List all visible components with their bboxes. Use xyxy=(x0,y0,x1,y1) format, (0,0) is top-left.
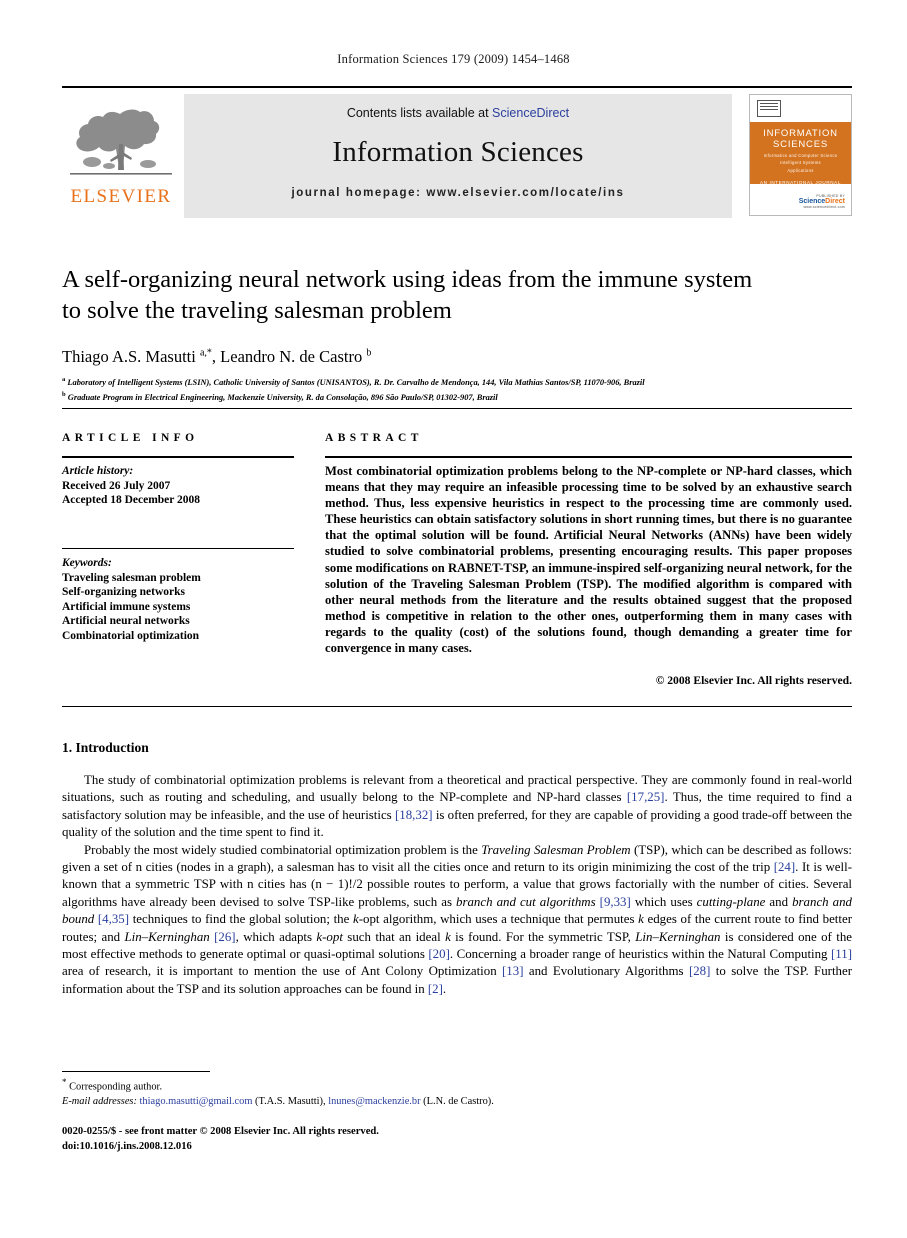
cover-sciencedirect-brand: ScienceDirect xyxy=(799,198,845,205)
doi-line: doi:10.1016/j.ins.2008.12.016 xyxy=(62,1140,192,1152)
email-owner-1: (T.A.S. Masutti), xyxy=(255,1096,326,1108)
contents-prefix: Contents lists available at xyxy=(346,106,489,120)
keywords-block: Keywords: Traveling salesman problem Sel… xyxy=(62,556,294,643)
journal-masthead: ELSEVIER Contents lists available at Sci… xyxy=(62,86,852,222)
journal-cover-thumbnail[interactable]: INFORMATION SCIENCES Informatics and Com… xyxy=(749,94,852,216)
abstract-copyright: © 2008 Elsevier Inc. All rights reserved… xyxy=(655,674,852,687)
elsevier-wordmark: ELSEVIER xyxy=(70,186,172,207)
keyword-item: Traveling salesman problem xyxy=(62,571,201,584)
title-line-2: to solve the traveling salesman problem xyxy=(62,297,452,324)
affiliation-a: a Laboratory of Intelligent Systems (LSI… xyxy=(62,376,645,387)
cover-line-1: INFORMATION xyxy=(763,128,838,139)
keyword-item: Artificial immune systems xyxy=(62,600,191,613)
title-line-1: A self-organizing neural network using i… xyxy=(62,266,753,293)
keyword-item: Self-organizing networks xyxy=(62,586,185,598)
article-info-rule xyxy=(62,456,294,458)
abstract-heading: ABSTRACT xyxy=(325,432,423,444)
email-link-masutti[interactable]: thiago.masutti@gmail.com xyxy=(140,1096,253,1107)
article-accepted: Accepted 18 December 2008 xyxy=(62,494,201,506)
cover-line-3: Informatics and Computer Science xyxy=(763,152,838,158)
page-title: A self-organizing neural network using i… xyxy=(62,264,852,326)
running-head: Information Sciences 179 (2009) 1454–146… xyxy=(337,52,570,66)
cover-line-5: Applications xyxy=(787,167,814,173)
affiliation-b: b Graduate Program in Electrical Enginee… xyxy=(62,390,498,402)
email-owner-2: (L.N. de Castro). xyxy=(423,1096,494,1108)
sciencedirect-link[interactable]: ScienceDirect xyxy=(492,106,569,120)
keyword-item: Combinatorial optimization xyxy=(62,629,200,642)
issn-doi-block: 0020-0255/$ - see front matter © 2008 El… xyxy=(62,1125,662,1154)
article-info-heading: ARTICLE INFO xyxy=(62,432,199,444)
cover-line-6: AN INTERNATIONAL JOURNAL xyxy=(759,179,842,185)
keyword-item: Artificial neural networks xyxy=(62,615,190,627)
article-history: Article history: Received 26 July 2007 A… xyxy=(62,464,294,508)
affiliation-a-text: Laboratory of Intelligent Systems (LSIN)… xyxy=(67,377,645,387)
journal-banner: Contents lists available at ScienceDirec… xyxy=(184,94,732,218)
body-text: The study of combinatorial optimization … xyxy=(62,772,852,998)
cover-publisher-block: PUBLISHED BY ScienceDirect www.sciencedi… xyxy=(799,194,845,209)
affiliation-b-text: Graduate Program in Electrical Engineeri… xyxy=(67,392,498,402)
cover-brand-url: www.sciencedirect.com xyxy=(803,205,845,209)
cover-line-2: SCIENCES xyxy=(773,139,828,150)
email-label: E-mail addresses: xyxy=(62,1096,137,1108)
footnote-block: * Corresponding author. E-mail addresses… xyxy=(62,1075,662,1109)
elsevier-tree-icon xyxy=(70,109,172,175)
corresponding-author-text: Corresponding author. xyxy=(69,1081,163,1093)
email-link-decastro[interactable]: lnunes@mackenzie.br xyxy=(328,1096,420,1107)
info-bottom-rule xyxy=(62,706,852,707)
abstract-rule xyxy=(325,456,852,458)
journal-title: Information Sciences xyxy=(332,136,584,168)
email-addresses: E-mail addresses: thiago.masutti@gmail.c… xyxy=(62,1094,662,1109)
keywords-label: Keywords: xyxy=(62,557,112,569)
article-received: Received 26 July 2007 xyxy=(62,479,171,492)
asterisk-icon: * xyxy=(62,1077,67,1087)
footnote-rule xyxy=(62,1071,210,1072)
section-heading-introduction: 1. Introduction xyxy=(62,740,149,755)
contents-available-line: Contents lists available at ScienceDirec… xyxy=(184,106,732,120)
cover-brand-science: Science xyxy=(798,198,826,205)
keywords-rule xyxy=(62,548,294,549)
abstract-text: Most combinatorial optimization problems… xyxy=(325,464,852,656)
article-history-label: Article history: xyxy=(62,465,134,477)
cover-title-band: INFORMATION SCIENCES Informatics and Com… xyxy=(750,122,851,185)
journal-homepage[interactable]: journal homepage: www.elsevier.com/locat… xyxy=(184,187,732,199)
cover-brand-direct: Direct xyxy=(825,198,845,205)
paragraph-2: Probably the most widely studied combina… xyxy=(62,842,852,996)
affiliations: a Laboratory of Intelligent Systems (LSI… xyxy=(62,374,852,404)
paper-page: Information Sciences 179 (2009) 1454–146… xyxy=(0,0,907,1238)
corresponding-author-note: * Corresponding author. xyxy=(62,1075,662,1094)
cover-corner-tag-icon xyxy=(757,100,781,117)
elsevier-logo: ELSEVIER xyxy=(62,96,180,218)
cover-line-4: Intelligent Systems xyxy=(780,160,821,165)
info-top-rule xyxy=(62,408,852,409)
paragraph-1: The study of combinatorial optimization … xyxy=(62,773,852,840)
author-list: Thiago A.S. Masutti a,*, Leandro N. de C… xyxy=(62,347,372,366)
issn-line: 0020-0255/$ - see front matter © 2008 El… xyxy=(62,1126,379,1137)
